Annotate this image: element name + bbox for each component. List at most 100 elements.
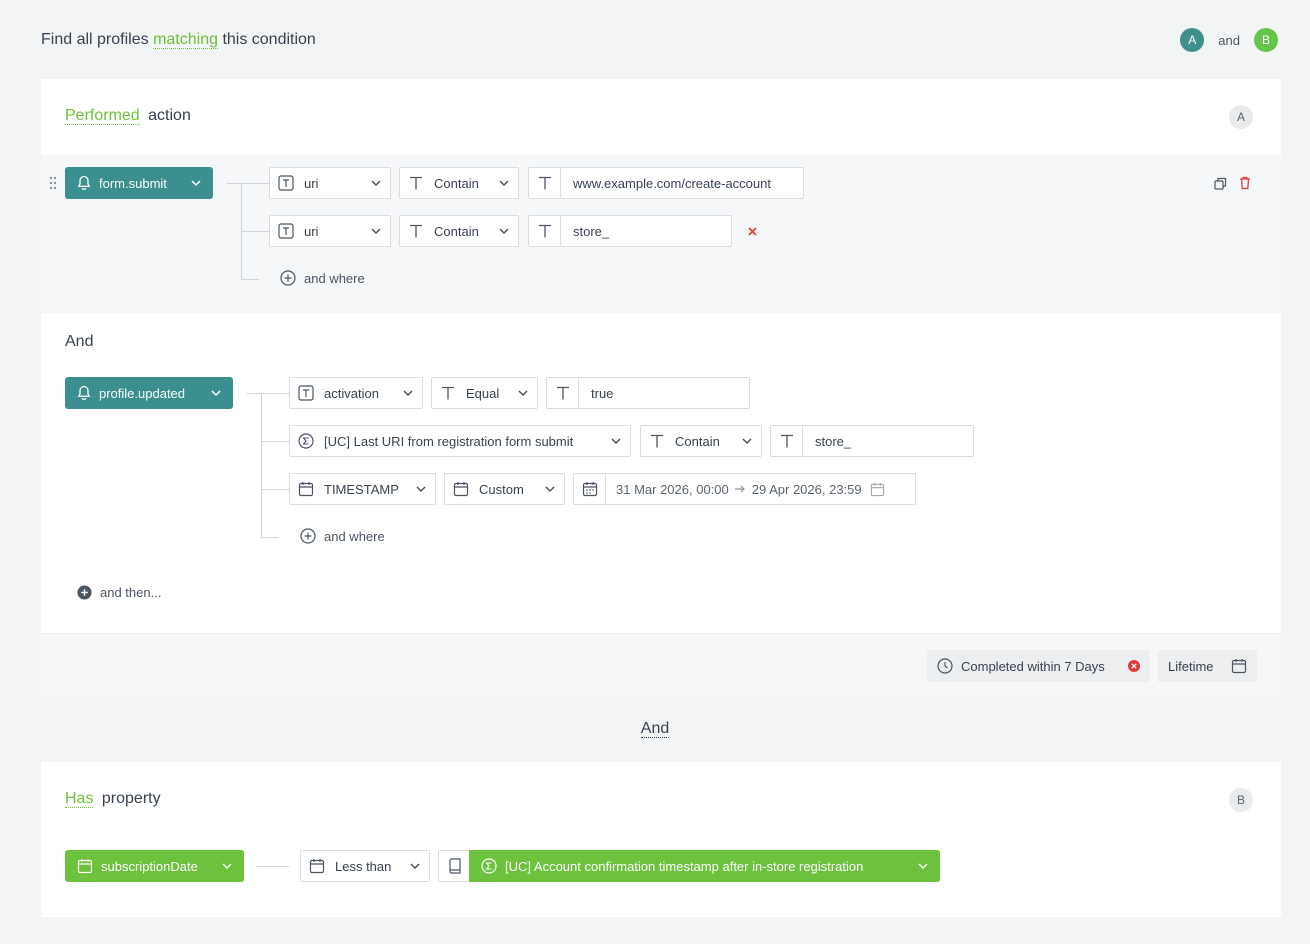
tree-connector — [261, 489, 289, 490]
book-icon — [449, 858, 461, 874]
text-operator-icon — [410, 224, 422, 238]
duplicate-icon[interactable] — [1214, 177, 1227, 190]
text-operator-icon — [410, 176, 422, 190]
chevron-down-icon — [416, 486, 426, 492]
chevron-down-icon — [742, 438, 752, 444]
text-operator-icon — [442, 386, 454, 400]
text-operator-icon — [651, 434, 663, 448]
chevron-down-icon — [191, 180, 201, 186]
filter-param-select[interactable]: activation — [289, 377, 423, 409]
event-select-form-submit[interactable]: form.submit — [65, 167, 213, 199]
calendar-icon — [309, 859, 325, 874]
filter-param-select[interactable]: uri — [269, 167, 391, 199]
sigma-icon — [481, 858, 497, 874]
lifetime-pill[interactable]: Lifetime — [1158, 650, 1257, 682]
badge-b: B — [1254, 28, 1278, 52]
arrow-right-icon — [734, 485, 745, 493]
tree-connector — [247, 393, 289, 394]
block-a-title: Performed action — [65, 107, 191, 125]
page-title: Find all profiles matching this conditio… — [41, 31, 316, 49]
add-where-button[interactable]: and where — [300, 528, 385, 544]
chevron-down-icon — [545, 486, 555, 492]
tree-connector — [227, 183, 269, 184]
chevron-down-icon — [410, 863, 420, 869]
condition-block-b: Has property B subscriptionDate Less tha… — [41, 762, 1281, 917]
plus-circle-icon — [300, 528, 316, 544]
remove-filter-icon[interactable] — [748, 227, 757, 236]
date-range-start: 31 Mar 2026, 00:00 — [616, 481, 729, 497]
calendar-icon — [870, 482, 884, 496]
chevron-down-icon — [499, 228, 509, 234]
tree-connector — [241, 231, 269, 232]
badge-a: A — [1180, 28, 1205, 52]
drag-handle-icon[interactable] — [49, 176, 57, 190]
filter-value-input[interactable]: store_ — [528, 215, 732, 247]
property-operator-select[interactable]: Less than — [300, 850, 430, 882]
match-mode-toggle[interactable]: matching — [153, 31, 218, 49]
chevron-down-icon — [211, 390, 221, 396]
tree-connector — [261, 537, 279, 538]
property-type-toggle[interactable]: Has — [65, 790, 94, 808]
badge-joiner[interactable]: and — [1218, 33, 1240, 48]
calendar-icon — [298, 482, 314, 497]
filter-operator-select[interactable]: Equal — [431, 377, 538, 409]
date-range-input[interactable]: 31 Mar 2026, 00:00 29 Apr 2026, 23:59 — [573, 473, 916, 505]
calendar-grid-icon — [582, 482, 597, 497]
filter-param-select[interactable]: [UC] Last URI from registration form sub… — [289, 425, 631, 457]
filter-param-select[interactable]: uri — [269, 215, 391, 247]
completed-within-pill[interactable]: Completed within 7 Days — [927, 650, 1150, 682]
trash-icon[interactable] — [1239, 176, 1251, 190]
filter-value-input[interactable]: true — [546, 377, 750, 409]
chevron-down-icon — [371, 180, 381, 186]
sigma-icon — [298, 433, 314, 449]
chevron-down-icon — [611, 438, 621, 444]
block-b-letter: B — [1229, 788, 1253, 812]
condition-block-a: Performed action A form.submit uri Conta… — [41, 79, 1281, 697]
tree-connector — [257, 866, 289, 867]
text-value-icon — [780, 434, 793, 448]
action-type-toggle[interactable]: Performed — [65, 107, 140, 125]
header: Find all profiles matching this conditio… — [41, 28, 1278, 52]
add-where-button[interactable]: and where — [280, 270, 365, 286]
block-joiner[interactable]: And — [0, 720, 1310, 738]
filter-param-select[interactable]: TIMESTAMP — [289, 473, 436, 505]
and-then-button[interactable]: and then... — [77, 585, 161, 600]
property-value-select[interactable]: [UC] Account confirmation timestamp afte… — [469, 850, 940, 882]
calendar-icon — [1231, 659, 1247, 674]
filter-value-input[interactable]: store_ — [770, 425, 974, 457]
tree-connector — [261, 441, 289, 442]
property-select[interactable]: subscriptionDate — [65, 850, 244, 882]
chevron-down-icon — [499, 180, 509, 186]
calendar-icon — [77, 859, 93, 874]
chevron-down-icon — [371, 228, 381, 234]
chevron-down-icon — [518, 390, 528, 396]
filter-value-input[interactable]: www.example.com/create-account — [528, 167, 804, 199]
filter-operator-select[interactable]: Custom — [444, 473, 565, 505]
step-joiner: And — [65, 333, 94, 350]
block-b-title: Has property — [65, 790, 161, 808]
block-a-letter: A — [1229, 105, 1253, 129]
filter-operator-select[interactable]: Contain — [399, 215, 519, 247]
plus-circle-filled-icon — [77, 585, 92, 600]
tree-connector — [241, 279, 259, 280]
filter-operator-select[interactable]: Contain — [640, 425, 762, 457]
remove-time-constraint-icon[interactable] — [1128, 660, 1140, 672]
text-value-icon — [538, 224, 551, 238]
chevron-down-icon — [403, 390, 413, 396]
text-type-icon — [278, 175, 294, 191]
filter-operator-select[interactable]: Contain — [399, 167, 519, 199]
event-select-profile-updated[interactable]: profile.updated — [65, 377, 233, 409]
value-source-toggle[interactable] — [438, 850, 470, 882]
calendar-icon — [453, 482, 469, 497]
plus-circle-icon — [280, 270, 296, 286]
tree-connector — [261, 393, 262, 537]
condition-badges: A and B — [1180, 28, 1278, 52]
chevron-down-icon — [222, 863, 232, 869]
text-type-icon — [278, 223, 294, 239]
text-value-icon — [538, 176, 551, 190]
clock-icon — [937, 658, 953, 674]
chevron-down-icon — [918, 863, 928, 869]
date-range-end: 29 Apr 2026, 23:59 — [751, 481, 862, 497]
text-type-icon — [298, 385, 314, 401]
bell-icon — [77, 385, 91, 401]
